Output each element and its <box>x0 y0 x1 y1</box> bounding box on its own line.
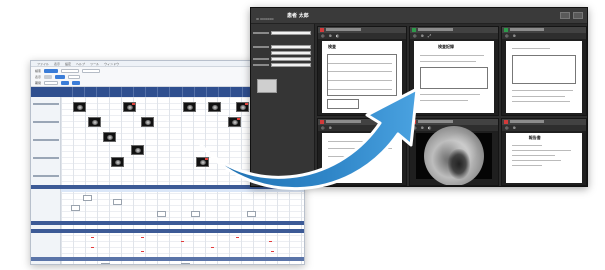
lab-value <box>91 237 94 238</box>
image-thumbnail[interactable] <box>88 117 101 127</box>
target-icon[interactable]: ◎ <box>321 33 325 39</box>
zoom-icon[interactable]: ⊕ <box>421 33 424 39</box>
filter-input[interactable] <box>82 69 101 73</box>
view-select[interactable] <box>68 75 81 79</box>
lab-value <box>269 241 272 242</box>
patient-id: ID 0000000 <box>256 17 274 21</box>
sidebar-input[interactable] <box>271 31 311 35</box>
document-page: 報告書 <box>506 133 582 183</box>
record-card[interactable] <box>71 205 80 211</box>
image-thumbnail[interactable] <box>111 157 124 167</box>
layout-button[interactable] <box>560 12 570 19</box>
menu-item-window[interactable]: ウィンドウ <box>104 62 119 66</box>
record-card[interactable] <box>181 263 190 264</box>
period-reset-button[interactable] <box>72 81 81 85</box>
viewer-pane[interactable]: ◎ ⊕ 報告書 <box>501 118 587 186</box>
field-label <box>253 46 269 48</box>
organ-shadow <box>447 149 470 180</box>
search-input[interactable] <box>61 69 80 73</box>
sidebar-input[interactable] <box>271 63 311 67</box>
pane-toolbar: ◎ ⊕ ⤢ <box>410 33 498 39</box>
menu-item-help[interactable]: ヘルプ <box>76 62 85 66</box>
lab-value <box>271 251 274 252</box>
viewer-pane[interactable]: ◎ ⊕ <box>501 26 587 116</box>
sidebar-input[interactable] <box>271 57 311 61</box>
pane-toolbar: ◎ ⊕ ◐ <box>318 33 406 39</box>
row-label <box>33 139 59 141</box>
target-icon[interactable]: ◎ <box>413 33 417 39</box>
pane-toolbar: ◎ ⊕ <box>502 33 586 39</box>
viewer-window-controls <box>560 12 583 19</box>
lab-value <box>211 247 214 248</box>
row-label <box>33 121 59 123</box>
target-icon[interactable]: ◎ <box>505 125 509 131</box>
curved-arrow-icon <box>199 87 419 191</box>
period-start-field[interactable] <box>44 81 59 85</box>
lab-value <box>236 237 239 238</box>
section-band <box>31 229 304 233</box>
fit-icon[interactable]: ⤢ <box>428 33 431 39</box>
zoom-icon[interactable]: ⊕ <box>329 33 332 39</box>
view-mode-button[interactable] <box>55 75 66 79</box>
document-title: 報告書 <box>528 135 541 140</box>
row-label <box>33 175 59 177</box>
sidebar-input[interactable] <box>271 51 311 55</box>
record-card[interactable] <box>83 195 92 201</box>
close-viewer-button[interactable] <box>573 12 583 19</box>
image-thumbnail[interactable] <box>123 102 136 112</box>
record-card[interactable] <box>101 263 110 264</box>
image-thumbnail[interactable] <box>73 102 86 112</box>
lab-value <box>181 241 184 242</box>
record-card[interactable] <box>113 199 122 205</box>
document-title: 検査記録 <box>438 44 454 49</box>
toolbar-label-period: 期間 <box>35 81 42 85</box>
row-label <box>33 157 59 159</box>
row-label <box>33 103 59 105</box>
image-thumbnail[interactable] <box>131 145 144 155</box>
menu-item-view[interactable]: 表示 <box>54 62 60 66</box>
lab-value <box>141 251 144 252</box>
document-page <box>506 41 582 113</box>
section-band <box>31 257 304 261</box>
menu-item-file[interactable]: ファイル <box>37 62 49 66</box>
period-apply-button[interactable] <box>61 81 70 85</box>
view-toggle-button[interactable] <box>44 75 53 79</box>
field-label <box>253 32 269 34</box>
toolbar-label-view: 表示 <box>35 75 42 79</box>
document-title: 検査 <box>328 44 336 49</box>
zoom-icon[interactable]: ⊕ <box>513 33 516 39</box>
pane-toolbar: ◎ ⊕ <box>502 125 586 131</box>
search-button[interactable] <box>44 69 59 73</box>
field-label <box>253 58 269 60</box>
toolbar-label-search: 検索 <box>35 69 42 73</box>
record-card[interactable] <box>247 211 256 217</box>
image-thumbnail[interactable] <box>103 132 116 142</box>
lab-value <box>141 237 144 238</box>
field-label <box>253 64 269 66</box>
record-card[interactable] <box>191 211 200 217</box>
menu-item-tools[interactable]: ツール <box>90 62 99 66</box>
sidebar-input[interactable] <box>271 45 311 49</box>
patient-name: 患者 太郎 <box>287 13 309 19</box>
zoom-icon[interactable]: ⊕ <box>513 125 516 131</box>
section-band <box>31 221 304 225</box>
menu-item-settings[interactable]: 設定 <box>65 62 71 66</box>
target-icon[interactable]: ◎ <box>505 33 509 39</box>
contrast-icon[interactable]: ◐ <box>336 33 340 39</box>
lab-value <box>91 247 94 248</box>
record-card[interactable] <box>157 211 166 217</box>
viewer-header: ID 0000000 患者 太郎 <box>251 8 587 24</box>
image-thumbnail[interactable] <box>141 117 154 127</box>
